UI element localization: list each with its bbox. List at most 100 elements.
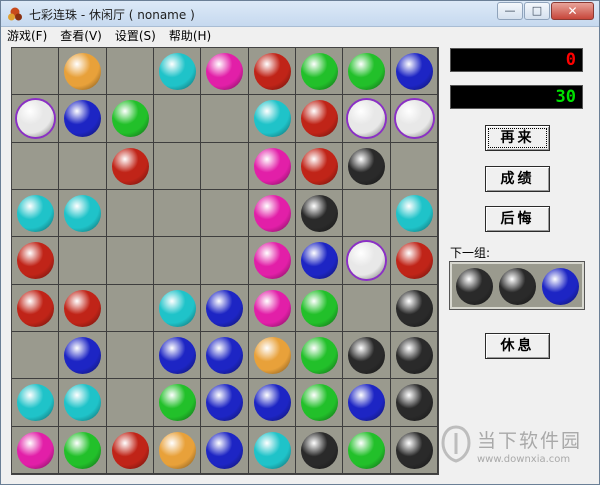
board-cell[interactable]: [154, 190, 202, 238]
pause-button[interactable]: 休息: [485, 333, 550, 359]
ball-red[interactable]: [395, 242, 433, 280]
ball-white-selected[interactable]: [395, 100, 433, 138]
ball-red[interactable]: [301, 147, 338, 185]
ball-cyan[interactable]: [17, 195, 54, 232]
board-cell[interactable]: [296, 237, 344, 285]
ball-red[interactable]: [301, 100, 338, 138]
ball-blue[interactable]: [395, 53, 433, 90]
close-button[interactable]: ✕: [551, 2, 594, 20]
board-cell[interactable]: [296, 95, 344, 143]
board-cell[interactable]: [296, 379, 344, 427]
ball-red[interactable]: [64, 289, 102, 327]
ball-cyan[interactable]: [253, 100, 291, 138]
ball-blue[interactable]: [301, 242, 338, 280]
board-cell[interactable]: [106, 142, 154, 190]
ball-green[interactable]: [159, 384, 196, 422]
board-cell[interactable]: [106, 95, 154, 143]
board-cell[interactable]: [296, 142, 344, 190]
board-cell[interactable]: [106, 379, 154, 427]
board-cell[interactable]: [390, 284, 438, 332]
ball-black[interactable]: [348, 147, 386, 185]
ball-white-selected[interactable]: [17, 100, 54, 138]
ball-black[interactable]: [395, 337, 433, 374]
board-cell[interactable]: [296, 48, 344, 96]
board-cell[interactable]: [248, 190, 296, 238]
ball-white-selected[interactable]: [348, 100, 386, 138]
ball-blue[interactable]: [159, 337, 196, 374]
game-board[interactable]: [11, 47, 439, 475]
board-cell[interactable]: [12, 95, 60, 143]
board-cell[interactable]: [12, 237, 60, 285]
ball-green[interactable]: [64, 431, 102, 469]
board-cell[interactable]: [201, 48, 249, 96]
board-cell[interactable]: [12, 332, 60, 380]
ball-orange[interactable]: [64, 53, 102, 90]
board-cell[interactable]: [201, 95, 249, 143]
ball-red[interactable]: [111, 147, 149, 185]
board-cell[interactable]: [154, 95, 202, 143]
ball-white-selected[interactable]: [348, 242, 386, 280]
board-cell[interactable]: [106, 426, 154, 474]
ball-blue[interactable]: [348, 384, 386, 422]
ball-cyan[interactable]: [159, 289, 196, 327]
ball-cyan[interactable]: [159, 53, 196, 90]
board-cell[interactable]: [390, 379, 438, 427]
board-cell[interactable]: [12, 379, 60, 427]
board-cell[interactable]: [248, 95, 296, 143]
board-cell[interactable]: [106, 190, 154, 238]
ball-magenta[interactable]: [253, 289, 291, 327]
board-cell[interactable]: [106, 332, 154, 380]
board-cell[interactable]: [343, 332, 391, 380]
ball-cyan[interactable]: [17, 384, 54, 422]
ball-orange[interactable]: [159, 431, 196, 469]
board-cell[interactable]: [59, 95, 107, 143]
menu-settings[interactable]: 设置(S): [115, 27, 156, 46]
board-cell[interactable]: [296, 190, 344, 238]
ball-black[interactable]: [395, 431, 433, 469]
undo-button[interactable]: 后悔: [485, 206, 550, 232]
ball-magenta[interactable]: [17, 431, 54, 469]
board-cell[interactable]: [154, 284, 202, 332]
ball-black[interactable]: [301, 431, 338, 469]
board-cell[interactable]: [201, 426, 249, 474]
menu-help[interactable]: 帮助(H): [169, 27, 211, 46]
board-cell[interactable]: [59, 190, 107, 238]
ball-green[interactable]: [301, 53, 338, 90]
ball-blue[interactable]: [206, 384, 244, 422]
board-cell[interactable]: [201, 284, 249, 332]
ball-cyan[interactable]: [64, 195, 102, 232]
ball-green[interactable]: [301, 289, 338, 327]
ball-magenta[interactable]: [253, 147, 291, 185]
board-cell[interactable]: [343, 95, 391, 143]
ball-red[interactable]: [253, 53, 291, 90]
board-cell[interactable]: [343, 48, 391, 96]
ball-red[interactable]: [111, 431, 149, 469]
board-cell[interactable]: [106, 237, 154, 285]
board-cell[interactable]: [12, 48, 60, 96]
board-cell[interactable]: [343, 426, 391, 474]
ball-orange[interactable]: [253, 337, 291, 374]
board-cell[interactable]: [154, 142, 202, 190]
ball-green[interactable]: [111, 100, 149, 138]
ball-red[interactable]: [17, 289, 54, 327]
board-cell[interactable]: [59, 237, 107, 285]
board-cell[interactable]: [390, 95, 438, 143]
ball-green[interactable]: [348, 53, 386, 90]
title-bar[interactable]: 七彩连珠 - 休闲厅 ( noname ) — □ ✕: [1, 1, 599, 27]
ball-black[interactable]: [348, 337, 386, 374]
board-cell[interactable]: [390, 237, 438, 285]
maximize-button[interactable]: □: [524, 2, 550, 20]
board-cell[interactable]: [296, 284, 344, 332]
board-cell[interactable]: [59, 379, 107, 427]
new-game-button[interactable]: 再来: [485, 125, 550, 151]
ball-blue[interactable]: [64, 337, 102, 374]
board-cell[interactable]: [343, 142, 391, 190]
ball-black[interactable]: [395, 384, 433, 422]
board-cell[interactable]: [296, 332, 344, 380]
board-cell[interactable]: [390, 48, 438, 96]
ball-green[interactable]: [348, 431, 386, 469]
board-cell[interactable]: [106, 284, 154, 332]
ball-cyan[interactable]: [395, 195, 433, 232]
board-cell[interactable]: [390, 332, 438, 380]
minimize-button[interactable]: —: [497, 2, 523, 20]
